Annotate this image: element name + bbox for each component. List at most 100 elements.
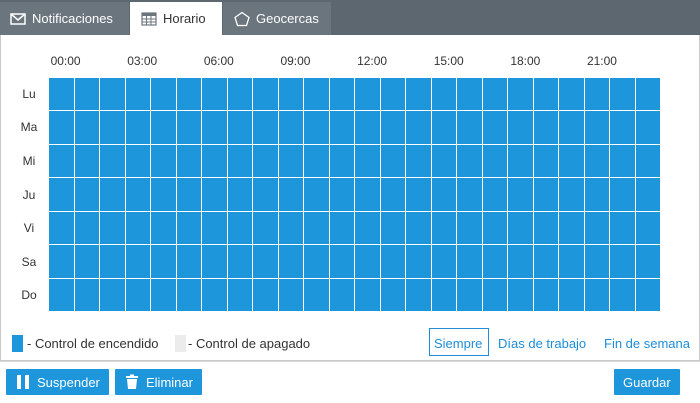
schedule-cell[interactable] [304,278,329,311]
schedule-cell[interactable] [202,245,227,278]
schedule-cell[interactable] [406,278,431,311]
schedule-cell[interactable] [125,111,150,144]
schedule-cell[interactable] [100,245,125,278]
schedule-cell[interactable] [125,144,150,178]
schedule-cell[interactable] [278,245,303,278]
schedule-cell[interactable] [533,78,558,111]
schedule-cell[interactable] [278,178,303,211]
schedule-cell[interactable] [482,144,507,178]
schedule-cell[interactable] [482,178,507,211]
schedule-cell[interactable] [329,211,354,245]
schedule-cell[interactable] [100,111,125,144]
schedule-cell[interactable] [508,211,533,245]
schedule-cell[interactable] [304,111,329,144]
schedule-cell[interactable] [406,144,431,178]
schedule-cell[interactable] [610,245,635,278]
schedule-cell[interactable] [584,178,609,211]
schedule-cell[interactable] [355,178,380,211]
schedule-cell[interactable] [227,78,252,111]
schedule-cell[interactable] [202,278,227,311]
schedule-cell[interactable] [584,278,609,311]
schedule-cell[interactable] [329,111,354,144]
schedule-cell[interactable] [431,78,456,111]
schedule-cell[interactable] [100,78,125,111]
schedule-cell[interactable] [584,144,609,178]
schedule-cell[interactable] [406,245,431,278]
schedule-cell[interactable] [176,178,201,211]
schedule-cell[interactable] [355,245,380,278]
schedule-cell[interactable] [355,144,380,178]
schedule-cell[interactable] [125,178,150,211]
schedule-cell[interactable] [380,278,405,311]
schedule-cell[interactable] [584,211,609,245]
schedule-cell[interactable] [457,111,482,144]
schedule-cell[interactable] [406,178,431,211]
schedule-cell[interactable] [457,278,482,311]
schedule-cell[interactable] [533,211,558,245]
tab-schedule[interactable]: Horario [130,2,222,35]
schedule-cell[interactable] [380,211,405,245]
schedule-cell[interactable] [176,211,201,245]
schedule-cell[interactable] [635,211,660,245]
schedule-cell[interactable] [533,111,558,144]
delete-button[interactable]: Eliminar [115,369,202,395]
schedule-cell[interactable] [329,245,354,278]
schedule-cell[interactable] [151,211,176,245]
schedule-cell[interactable] [355,111,380,144]
schedule-cell[interactable] [176,278,201,311]
schedule-cell[interactable] [125,278,150,311]
schedule-cell[interactable] [125,78,150,111]
tab-geofences[interactable]: Geocercas [223,2,331,35]
schedule-cell[interactable] [482,111,507,144]
suspend-button[interactable]: Suspender [6,369,109,395]
schedule-cell[interactable] [304,144,329,178]
schedule-cell[interactable] [151,178,176,211]
schedule-cell[interactable] [533,144,558,178]
schedule-cell[interactable] [176,111,201,144]
schedule-cell[interactable] [329,144,354,178]
schedule-cell[interactable] [74,144,99,178]
schedule-cell[interactable] [431,111,456,144]
schedule-cell[interactable] [74,278,99,311]
schedule-cell[interactable] [304,78,329,111]
schedule-cell[interactable] [457,78,482,111]
schedule-cell[interactable] [457,245,482,278]
schedule-cell[interactable] [559,278,584,311]
schedule-cell[interactable] [49,178,74,211]
schedule-cell[interactable] [227,144,252,178]
schedule-cell[interactable] [202,78,227,111]
schedule-cell[interactable] [380,111,405,144]
schedule-cell[interactable] [202,178,227,211]
schedule-cell[interactable] [304,245,329,278]
schedule-cell[interactable] [508,245,533,278]
schedule-cell[interactable] [584,111,609,144]
schedule-cell[interactable] [559,111,584,144]
schedule-cell[interactable] [74,178,99,211]
schedule-cell[interactable] [508,144,533,178]
schedule-cell[interactable] [176,245,201,278]
schedule-cell[interactable] [253,178,278,211]
schedule-cell[interactable] [253,144,278,178]
schedule-cell[interactable] [253,211,278,245]
schedule-cell[interactable] [431,278,456,311]
schedule-cell[interactable] [100,178,125,211]
schedule-cell[interactable] [559,78,584,111]
schedule-cell[interactable] [278,111,303,144]
schedule-cell[interactable] [610,78,635,111]
schedule-cell[interactable] [533,245,558,278]
schedule-cell[interactable] [253,278,278,311]
schedule-cell[interactable] [431,211,456,245]
schedule-cell[interactable] [304,178,329,211]
schedule-cell[interactable] [253,111,278,144]
schedule-cell[interactable] [482,278,507,311]
schedule-cell[interactable] [49,78,74,111]
schedule-cell[interactable] [584,78,609,111]
schedule-grid[interactable] [48,77,661,312]
schedule-cell[interactable] [227,178,252,211]
schedule-cell[interactable] [431,144,456,178]
schedule-cell[interactable] [635,78,660,111]
schedule-cell[interactable] [151,278,176,311]
schedule-cell[interactable] [508,178,533,211]
schedule-cell[interactable] [278,278,303,311]
schedule-cell[interactable] [508,111,533,144]
